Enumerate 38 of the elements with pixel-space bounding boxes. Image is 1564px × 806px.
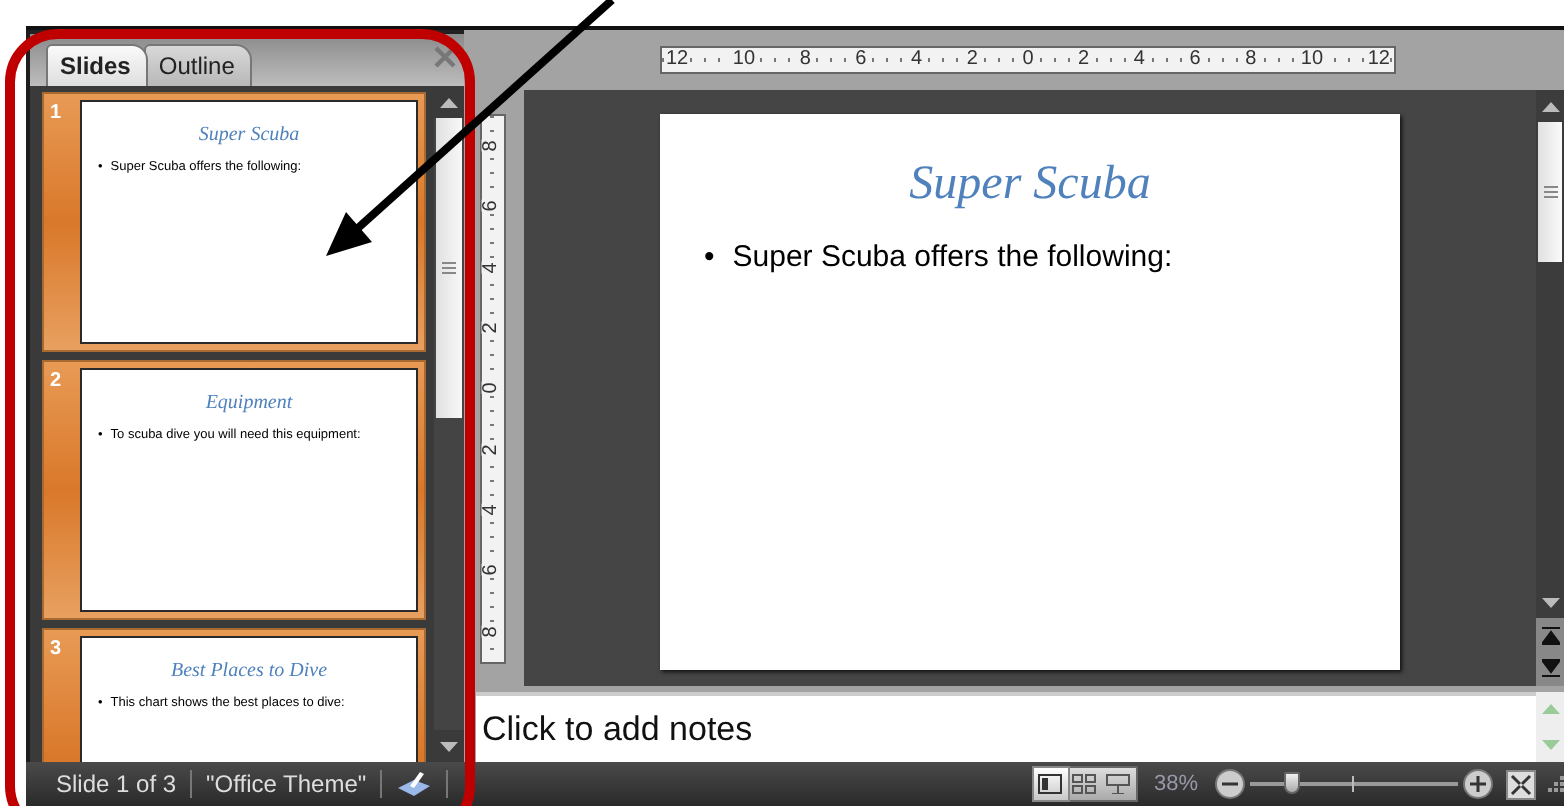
slide-number: 3 [48, 636, 64, 664]
slide-number: 2 [48, 368, 64, 396]
ruler-number: 2 [1078, 50, 1090, 70]
ruler-number: 8 [482, 626, 502, 638]
thumbnail-title: Equipment [205, 392, 293, 414]
pane-tab[interactable]: Outline [144, 44, 253, 86]
ruler-number: 6 [1189, 50, 1201, 70]
notes-field[interactable]: Click to add notes [476, 692, 1536, 762]
ruler-number: 12 [1367, 50, 1390, 70]
ruler-number: 2 [482, 322, 502, 334]
ruler-number: 6 [855, 50, 867, 70]
thumbnail-title: Best Places to Dive [170, 660, 328, 682]
ruler-number: 6 [482, 565, 502, 577]
slide-bullet[interactable]: Super Scuba offers the following: [732, 240, 1173, 274]
ruler-number: 4 [482, 504, 502, 516]
ruler-number: 4 [911, 50, 923, 70]
ruler-number: 10 [1300, 50, 1324, 70]
slide-title[interactable]: Super Scuba [909, 158, 1151, 212]
ruler-number: 8 [799, 50, 811, 70]
slide-canvas[interactable]: Super Scuba • Super Scuba offers the following: [660, 114, 1400, 670]
pane-tab[interactable]: Slides [46, 44, 149, 86]
slide-count: Slide 1 of 3 [56, 770, 177, 798]
ruler-number: 0 [482, 383, 502, 395]
ruler-number: 8 [1245, 50, 1257, 70]
ruler-number: 4 [482, 262, 502, 274]
ruler-number: 10 [732, 50, 756, 70]
ruler-number: 2 [966, 50, 978, 70]
ruler-number: 4 [1133, 50, 1145, 70]
thumbnail-title: Super Scuba [198, 124, 300, 146]
ruler-number: 8 [482, 140, 502, 152]
slide-number: 1 [48, 100, 64, 128]
ruler-number: 12 [666, 50, 689, 70]
theme-name: "Office Theme" [206, 770, 367, 798]
ruler-number: 6 [482, 201, 502, 213]
ruler-number: 0 [1022, 50, 1034, 70]
zoom-level[interactable]: 38% [1153, 772, 1198, 796]
ruler-number: 2 [482, 444, 502, 456]
bullet-mark: • [704, 240, 715, 274]
